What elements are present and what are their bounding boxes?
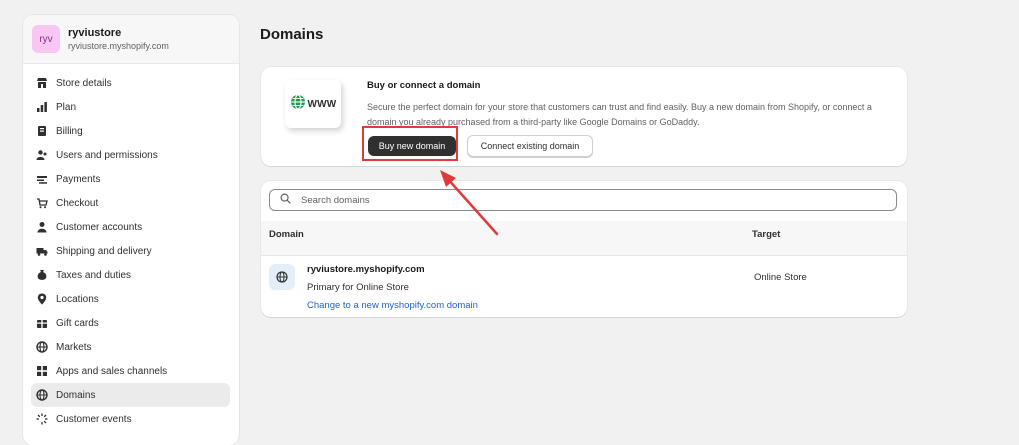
store-name: ryviustore	[68, 26, 122, 39]
sidebar-item-label: Users and permissions	[56, 149, 158, 161]
sidebar-item-plan[interactable]: Plan	[23, 95, 230, 119]
sidebar-item-label: Markets	[56, 341, 92, 353]
globe-icon	[36, 389, 48, 401]
sidebar-item-label: Customer accounts	[56, 221, 143, 233]
sidebar-item-label: Checkout	[56, 197, 99, 209]
sidebar-item-label: Taxes and duties	[56, 269, 132, 281]
buy-connect-domain-card: WWW Buy or connect a domain Secure the p…	[261, 67, 907, 166]
sidebar-item-taxes-and-duties[interactable]: Taxes and duties	[23, 263, 230, 287]
billing-icon	[36, 125, 48, 137]
domain-name: ryviustore.myshopify.com	[307, 264, 425, 275]
tax-icon	[36, 269, 48, 281]
location-pin-icon	[36, 293, 48, 305]
events-icon	[36, 413, 48, 425]
globe-icon	[269, 264, 295, 290]
gift-card-icon	[36, 317, 48, 329]
truck-icon	[36, 245, 48, 257]
store-icon	[36, 77, 48, 89]
sidebar-item-label: Customer events	[56, 413, 132, 425]
change-myshopify-domain-link[interactable]: Change to a new myshopify.com domain	[307, 300, 478, 311]
store-header[interactable]: ryv ryviustore ryviustore.myshopify.com	[23, 15, 239, 64]
sidebar-item-store-details[interactable]: Store details	[23, 71, 230, 95]
page-title: Domains	[260, 26, 324, 43]
sidebar-item-label: Payments	[56, 173, 101, 185]
sidebar-nav: Store details Plan Billing Users and permis…	[23, 64, 239, 431]
plan-icon	[36, 101, 48, 113]
sidebar-item-checkout[interactable]: Checkout	[23, 191, 230, 215]
sidebar-item-billing[interactable]: Billing	[23, 119, 230, 143]
domain-primary-status: Primary for Online Store	[307, 282, 409, 293]
sidebar-item-markets[interactable]: Markets	[23, 335, 230, 359]
table-header: Domain Target	[261, 221, 907, 256]
promo-title: Buy or connect a domain	[367, 80, 481, 91]
sidebar-item-payments[interactable]: Payments	[23, 167, 230, 191]
store-url: ryviustore.myshopify.com	[68, 40, 169, 51]
connect-existing-domain-button[interactable]: Connect existing domain	[467, 135, 593, 157]
globe-icon	[36, 341, 48, 353]
domain-target: Online Store	[754, 272, 807, 283]
sidebar-item-customer-events[interactable]: Customer events	[23, 407, 230, 431]
sidebar-item-domains[interactable]: Domains	[31, 383, 230, 407]
www-illustration: WWW	[285, 80, 341, 128]
sidebar-item-locations[interactable]: Locations	[23, 287, 230, 311]
store-avatar: ryv	[32, 25, 60, 53]
sidebar-item-label: Domains	[56, 389, 96, 401]
sidebar-item-label: Plan	[56, 101, 77, 113]
domains-table-card: Domain Target ryviustore.myshopify.com P…	[261, 181, 907, 317]
person-icon	[36, 221, 48, 233]
sidebar-item-customer-accounts[interactable]: Customer accounts	[23, 215, 230, 239]
sidebar-item-label: Store details	[56, 77, 112, 89]
sidebar-item-label: Apps and sales channels	[56, 365, 168, 377]
sidebar-item-label: Shipping and delivery	[56, 245, 152, 257]
payments-icon	[36, 173, 48, 185]
search-field[interactable]	[269, 189, 897, 211]
column-header-domain: Domain	[269, 229, 304, 240]
settings-sidebar: ryv ryviustore ryviustore.myshopify.com …	[23, 15, 239, 445]
sidebar-item-apps-and-sales-channels[interactable]: Apps and sales channels	[23, 359, 230, 383]
column-header-target: Target	[752, 229, 781, 240]
users-icon	[36, 149, 48, 161]
cart-icon	[36, 197, 48, 209]
sidebar-item-users-and-permissions[interactable]: Users and permissions	[23, 143, 230, 167]
www-label: WWW	[307, 98, 337, 110]
sidebar-item-shipping-and-delivery[interactable]: Shipping and delivery	[23, 239, 230, 263]
apps-icon	[36, 365, 48, 377]
annotation-highlight-box	[362, 126, 458, 161]
sidebar-item-label: Billing	[56, 125, 83, 137]
sidebar-item-label: Gift cards	[56, 317, 99, 329]
search-icon	[280, 191, 291, 209]
search-domains-input[interactable]	[299, 193, 863, 207]
sidebar-item-label: Locations	[56, 293, 99, 305]
globe-icon	[290, 93, 306, 115]
sidebar-item-gift-cards[interactable]: Gift cards	[23, 311, 230, 335]
